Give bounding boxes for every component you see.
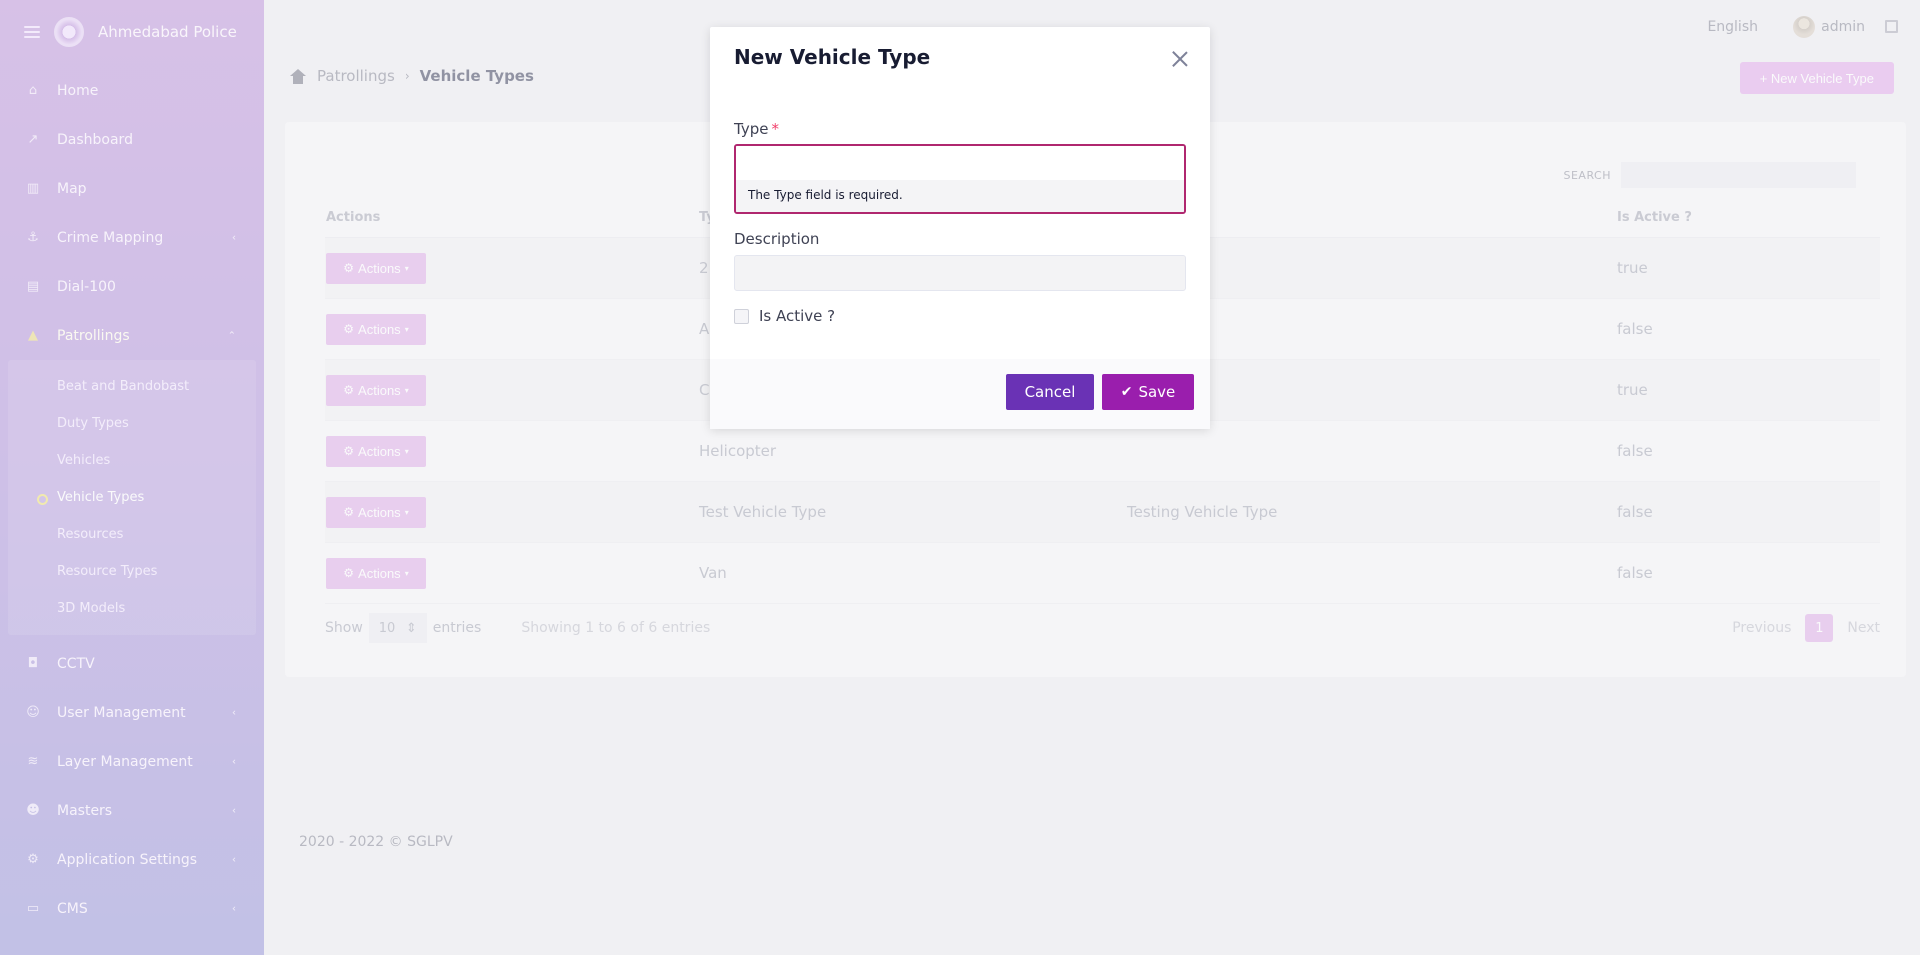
check-icon: ✔ bbox=[1120, 384, 1133, 400]
save-label: Save bbox=[1138, 383, 1176, 401]
is-active-row: Is Active ? bbox=[734, 307, 835, 325]
type-label-text: Type bbox=[734, 120, 769, 138]
is-active-checkbox[interactable] bbox=[734, 308, 749, 324]
new-vehicle-type-modal: New Vehicle Type Type * The Type field is… bbox=[710, 27, 1210, 429]
type-field-group: The Type field is required. bbox=[734, 144, 1186, 214]
type-error-message: The Type field is required. bbox=[736, 180, 1184, 212]
is-active-label: Is Active ? bbox=[759, 307, 836, 325]
description-label: Description bbox=[734, 230, 820, 248]
modal-title: New Vehicle Type bbox=[734, 45, 931, 69]
description-input[interactable] bbox=[734, 255, 1186, 291]
required-marker: * bbox=[771, 120, 779, 138]
modal-footer: Cancel ✔ Save bbox=[710, 359, 1210, 429]
type-label: Type * bbox=[734, 120, 779, 138]
type-input[interactable] bbox=[736, 146, 1184, 180]
save-button[interactable]: ✔ Save bbox=[1102, 374, 1194, 410]
close-icon[interactable] bbox=[1172, 51, 1188, 67]
cancel-button[interactable]: Cancel bbox=[1006, 374, 1094, 410]
